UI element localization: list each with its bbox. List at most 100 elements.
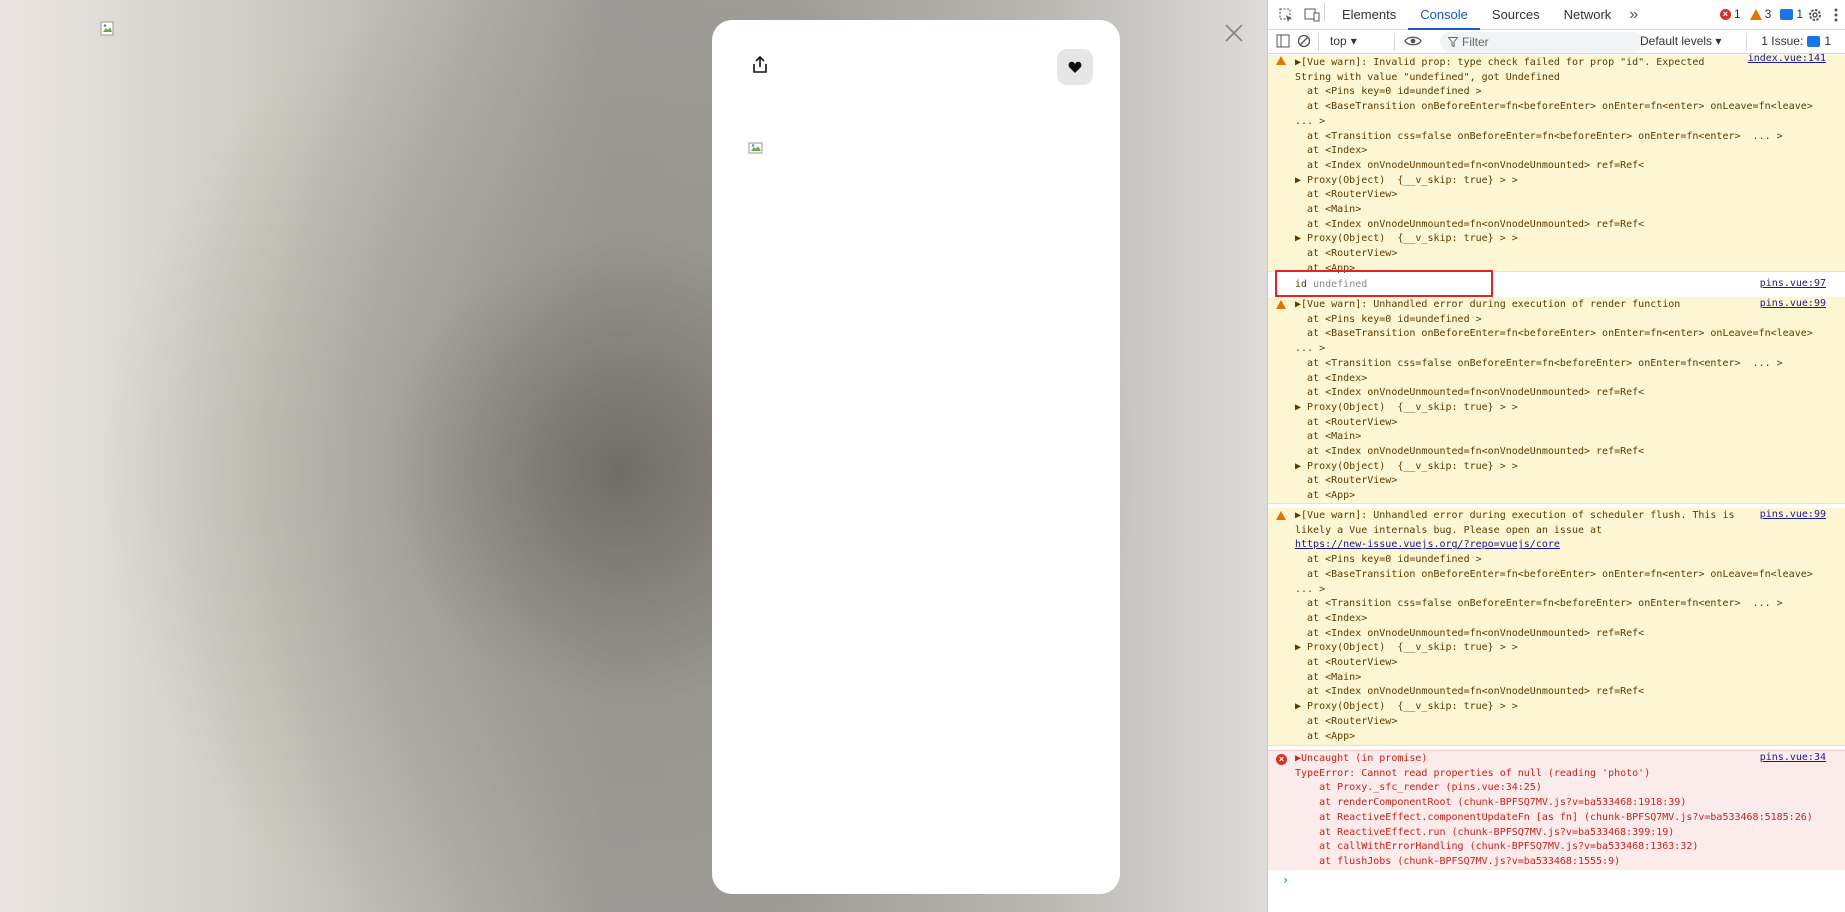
console-line: at <RouterView>	[1295, 416, 1398, 428]
console-line: at <RouterView>	[1295, 475, 1398, 487]
console-line: ▶[Vue warn]: Unhandled error during exec…	[1295, 299, 1681, 310]
console-line: at <Index onVnodeUnmounted=fn<onVnodeUnm…	[1295, 218, 1645, 230]
chevron-down-icon: ▾	[1715, 34, 1722, 48]
tab-elements[interactable]: Elements	[1330, 0, 1408, 30]
console-line: ▶ Proxy(Object) {__v_skip: true} > >	[1295, 174, 1518, 186]
console-line: at <Main>	[1295, 431, 1362, 443]
tab-sources[interactable]: Sources	[1480, 0, 1552, 30]
broken-image-icon	[748, 142, 763, 154]
source-link[interactable]: pins.vue:34	[1760, 752, 1826, 763]
inspect-element-icon[interactable]	[1278, 7, 1294, 23]
console-line: ▶ Proxy(Object) {__v_skip: true} > >	[1295, 233, 1518, 245]
share-icon	[753, 56, 767, 73]
more-tabs-icon[interactable]: »	[1623, 6, 1644, 24]
device-toggle-icon[interactable]	[1304, 7, 1320, 23]
warning-icon	[1276, 511, 1286, 520]
console-line: ... >	[1295, 343, 1326, 355]
context-value: top	[1330, 34, 1347, 48]
console-line: ▶[Vue warn]: Invalid prop: type check fa…	[1295, 57, 1705, 68]
highlight-box	[1275, 270, 1493, 297]
console-line: at <BaseTransition onBeforeEnter=fn<befo…	[1295, 568, 1813, 580]
context-select[interactable]: top ▾	[1330, 34, 1357, 48]
console-line: at <Transition css=false onBeforeEnter=f…	[1295, 130, 1783, 142]
console-line: at <Main>	[1295, 204, 1362, 215]
pin-modal	[712, 20, 1120, 894]
tab-console[interactable]: Console	[1408, 0, 1480, 30]
share-button[interactable]	[746, 51, 774, 79]
console-warning: pins.vue:99 ▶[Vue warn]: Unhandled error…	[1268, 508, 1845, 746]
divider	[1318, 33, 1319, 51]
console-line: at callWithErrorHandling (chunk-BPFSQ7MV…	[1295, 841, 1699, 853]
log-levels-select[interactable]: Default levels ▾	[1640, 34, 1721, 48]
console-line: ... >	[1295, 115, 1326, 127]
console-line: at <RouterView>	[1295, 189, 1398, 201]
console-line: at flushJobs (chunk-BPFSQ7MV.js?v=ba5334…	[1295, 855, 1621, 867]
error-count: 1	[1733, 7, 1741, 21]
error-icon: ×	[1276, 754, 1287, 765]
chevron-down-icon: ▾	[1350, 34, 1357, 48]
console-line: ▶ Proxy(Object) {__v_skip: true} > >	[1295, 642, 1518, 654]
console-line: ▶ Proxy(Object) {__v_skip: true} > >	[1295, 401, 1518, 413]
console-line: at <App>	[1295, 490, 1356, 502]
counters[interactable]: × 1 3 1	[1719, 7, 1803, 21]
console-line: at <Index onVnodeUnmounted=fn<onVnodeUnm…	[1295, 387, 1645, 399]
divider	[1394, 33, 1395, 51]
console-line: at <Transition css=false onBeforeEnter=f…	[1295, 357, 1783, 369]
console-line: at <RouterView>	[1295, 715, 1398, 727]
console-line: at <Index onVnodeUnmounted=fn<onVnodeUnm…	[1295, 159, 1645, 171]
source-link[interactable]: pins.vue:97	[1760, 278, 1826, 289]
console-line: TypeError: Cannot read properties of nul…	[1295, 767, 1651, 779]
console-line: at <Index>	[1295, 145, 1368, 157]
warning-icon	[1749, 8, 1762, 20]
console-output: index.vue:141 ▶[Vue warn]: Invalid prop:…	[1268, 53, 1845, 912]
devtools-panel: Elements Console Sources Network » × 1 3 …	[1267, 0, 1845, 912]
console-line: at <Transition css=false onBeforeEnter=f…	[1295, 598, 1783, 610]
warning-icon	[1276, 300, 1286, 309]
console-line: at <Pins key=0 id=undefined >	[1295, 554, 1482, 566]
console-line: at <BaseTransition onBeforeEnter=fn<befo…	[1295, 328, 1813, 340]
console-line: ▶[Vue warn]: Unhandled error during exec…	[1295, 510, 1735, 521]
warning-icon	[1276, 56, 1286, 65]
console-error: × pins.vue:34 ▶Uncaught (in promise) Type…	[1268, 750, 1845, 870]
console-line: ▶ Proxy(Object) {__v_skip: true} > >	[1295, 701, 1518, 713]
gear-icon[interactable]	[1807, 7, 1823, 23]
console-line: ▶Uncaught (in promise)	[1295, 753, 1428, 764]
sidebar-toggle-icon[interactable]	[1276, 34, 1290, 48]
console-line: at <Index onVnodeUnmounted=fn<onVnodeUnm…	[1295, 627, 1645, 639]
heart-icon	[1068, 61, 1082, 73]
source-link[interactable]: index.vue:141	[1748, 53, 1826, 64]
message-count: 1	[1796, 7, 1803, 21]
console-line: ▶ Proxy(Object) {__v_skip: true} > >	[1295, 460, 1518, 472]
source-link[interactable]: pins.vue:99	[1760, 298, 1826, 309]
console-line: at <Main>	[1295, 671, 1362, 683]
like-button[interactable]	[1057, 49, 1093, 85]
clear-console-icon[interactable]	[1297, 34, 1311, 48]
console-line: at Proxy._sfc_render (pins.vue:34:25)	[1295, 782, 1542, 794]
console-line: at <BaseTransition onBeforeEnter=fn<befo…	[1295, 101, 1813, 113]
divider	[1746, 33, 1747, 51]
warning-count: 3	[1764, 7, 1772, 21]
console-line: at <Pins key=0 id=undefined >	[1295, 86, 1482, 98]
console-line: at <Index onVnodeUnmounted=fn<onVnodeUnm…	[1295, 686, 1645, 698]
console-warning: pins.vue:99 ▶[Vue warn]: Unhandled error…	[1268, 297, 1845, 504]
console-line: at <Pins key=0 id=undefined >	[1295, 313, 1482, 325]
error-icon: ×	[1719, 8, 1731, 20]
divider	[1324, 3, 1325, 21]
close-icon[interactable]	[1222, 21, 1246, 45]
source-link[interactable]: pins.vue:99	[1760, 509, 1826, 520]
console-line: at <Index onVnodeUnmounted=fn<onVnodeUnm…	[1295, 446, 1645, 457]
more-options-icon[interactable]	[1833, 6, 1839, 24]
tab-network[interactable]: Network	[1552, 0, 1624, 30]
issue-icon	[1807, 35, 1821, 47]
page-background	[0, 0, 1267, 912]
message-icon	[1780, 8, 1794, 20]
console-line: https://new-issue.vuejs.org/?repo=vuejs/…	[1295, 539, 1560, 551]
console-prompt[interactable]: ›	[1282, 873, 1289, 887]
issues-button[interactable]: 1 Issue: 1	[1761, 34, 1831, 48]
log-levels-label: Default levels	[1640, 34, 1713, 48]
filter-input[interactable]: Filter	[1440, 32, 1644, 52]
console-line: ... >	[1295, 583, 1326, 595]
console-line: at <Index>	[1295, 612, 1368, 624]
devtools-tabbar: Elements Console Sources Network » × 1 3 …	[1268, 0, 1845, 30]
live-expression-eye-icon[interactable]	[1404, 34, 1422, 48]
